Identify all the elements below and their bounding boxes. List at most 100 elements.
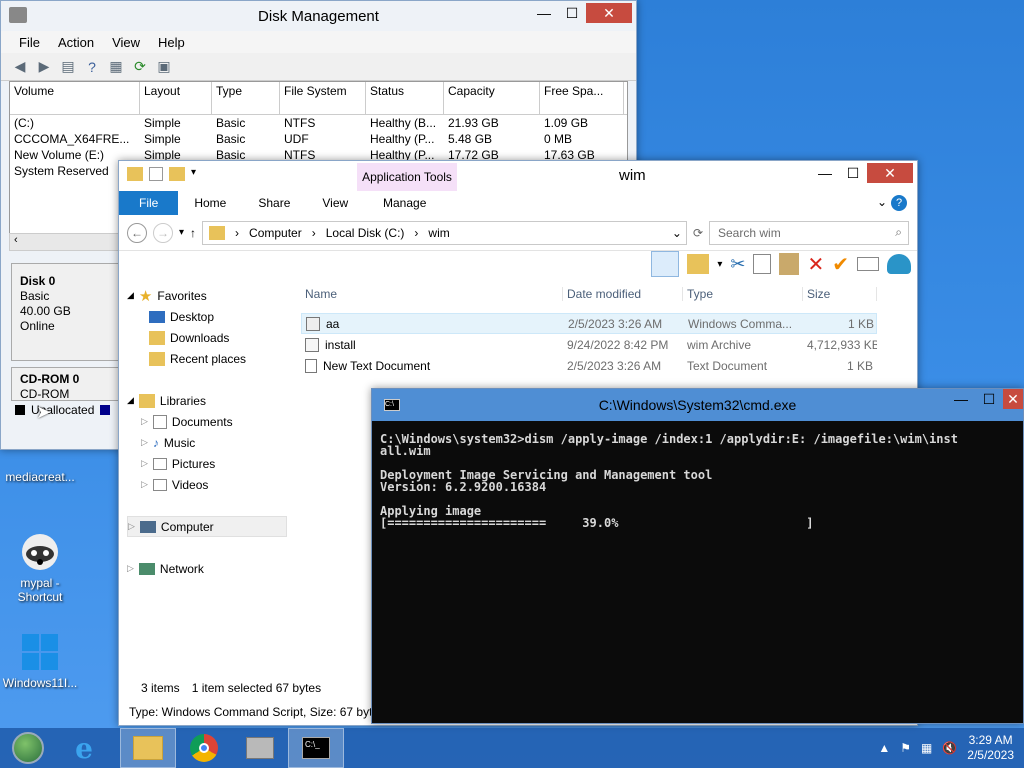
expand-arrow-icon[interactable]: ▷ xyxy=(141,479,148,490)
checkmark-icon[interactable]: ✔ xyxy=(832,252,849,277)
table-row[interactable]: CCCOMA_X64FRE... Simple Basic UDF Healthy (P… xyxy=(10,131,627,147)
shell-icon[interactable] xyxy=(887,254,911,274)
col-volume[interactable]: Volume xyxy=(10,82,140,115)
forward-button[interactable]: → xyxy=(153,222,173,243)
list-item[interactable]: aa 2/5/2023 3:26 AM Windows Comma... 1 K… xyxy=(301,313,877,334)
nav-desktop[interactable]: Desktop xyxy=(127,306,287,327)
menu-help[interactable]: Help xyxy=(158,35,185,50)
expand-arrow-icon[interactable]: ▷ xyxy=(128,521,135,532)
taskbar-cmd[interactable]: C:\_ xyxy=(288,728,344,768)
start-button[interactable] xyxy=(0,728,56,768)
preview-pane-icon[interactable] xyxy=(651,251,680,277)
expand-arrow-icon[interactable]: ◢ xyxy=(127,290,134,301)
nav-recent-places[interactable]: Recent places xyxy=(127,348,287,369)
close-button[interactable]: ✕ xyxy=(867,163,913,183)
maximize-button[interactable]: ☐ xyxy=(975,389,1003,409)
rename-icon[interactable] xyxy=(857,257,879,271)
expand-arrow-icon[interactable]: ◢ xyxy=(127,395,134,406)
recent-locations-chevron-icon[interactable]: ▾ xyxy=(179,227,184,238)
col-layout[interactable]: Layout xyxy=(140,82,212,115)
show-hide-console-icon[interactable]: ▤ xyxy=(59,58,77,76)
taskbar-internet-explorer[interactable]: e xyxy=(56,728,112,768)
col-name[interactable]: Name xyxy=(301,287,563,301)
title-bar[interactable]: ▾ Application Tools wim — ☐ ✕ xyxy=(119,161,917,191)
taskbar-disk-management[interactable] xyxy=(232,728,288,768)
nav-libraries[interactable]: ◢ Libraries xyxy=(127,390,287,411)
copy-icon[interactable] xyxy=(753,254,772,274)
delete-icon[interactable]: ✕ xyxy=(807,252,824,277)
expand-arrow-icon[interactable]: ▷ xyxy=(127,563,134,574)
col-type[interactable]: Type xyxy=(683,287,803,301)
expand-arrow-icon[interactable]: ▷ xyxy=(141,416,148,427)
col-free-space[interactable]: Free Spa... xyxy=(540,82,624,115)
col-date-modified[interactable]: Date modified xyxy=(563,287,683,301)
nav-favorites[interactable]: ◢ ★ Favorites xyxy=(127,285,287,306)
address-bar[interactable]: › Computer › Local Disk (C:) › wim ⌄ xyxy=(202,220,687,245)
breadcrumb-computer[interactable]: Computer xyxy=(249,226,302,240)
nav-downloads[interactable]: Downloads xyxy=(127,327,287,348)
col-percent-free[interactable]: % F xyxy=(624,82,627,115)
refresh-icon[interactable]: ⟳ xyxy=(131,58,149,76)
cdrom-0-panel[interactable]: CD-ROM 0 CD-ROM xyxy=(11,367,119,401)
chevron-down-icon[interactable]: ▾ xyxy=(191,167,196,181)
properties-icon[interactable]: ▦ xyxy=(107,58,125,76)
back-arrow-icon[interactable]: ◀ xyxy=(11,58,29,76)
minimize-button[interactable]: — xyxy=(811,163,839,183)
horizontal-scrollbar[interactable]: ‹ xyxy=(9,233,119,251)
nav-pictures[interactable]: ▷ Pictures xyxy=(127,453,287,474)
new-folder-icon[interactable] xyxy=(169,167,185,181)
minimize-button[interactable]: — xyxy=(947,389,975,409)
properties-icon[interactable] xyxy=(149,167,163,181)
clock[interactable]: 3:29 AM 2/5/2023 xyxy=(967,733,1014,763)
up-arrow-icon[interactable]: ↑ xyxy=(190,226,196,240)
title-bar[interactable]: C:\ C:\Windows\System32\cmd.exe — ☐ ✕ xyxy=(372,389,1023,421)
action-center-flag-icon[interactable]: ⚑ xyxy=(900,741,911,755)
tab-manage[interactable]: Manage xyxy=(367,191,442,215)
help-icon[interactable]: ? xyxy=(891,195,907,211)
cut-icon[interactable]: ✂ xyxy=(730,254,745,275)
back-button[interactable]: ← xyxy=(127,222,147,243)
expand-arrow-icon[interactable]: ▷ xyxy=(141,437,148,448)
title-bar[interactable]: Disk Management — ☐ ✕ xyxy=(1,1,636,31)
tab-view[interactable]: View xyxy=(306,191,364,215)
maximize-button[interactable]: ☐ xyxy=(558,3,586,23)
menu-action[interactable]: Action xyxy=(58,35,94,50)
nav-videos[interactable]: ▷ Videos xyxy=(127,474,287,495)
folder-icon[interactable] xyxy=(127,167,143,181)
tab-share[interactable]: Share xyxy=(242,191,306,215)
menu-view[interactable]: View xyxy=(112,35,140,50)
col-size[interactable]: Size xyxy=(803,287,877,301)
minimize-button[interactable]: — xyxy=(530,3,558,23)
desktop-icon-mediacreationtool[interactable]: mediacreat... xyxy=(0,446,80,484)
disk-0-panel[interactable]: Disk 0 Basic 40.00 GB Online xyxy=(11,263,119,361)
expand-arrow-icon[interactable]: ▷ xyxy=(141,458,148,469)
refresh-icon[interactable]: ⟳ xyxy=(693,226,703,240)
rescan-disks-icon[interactable]: ▣ xyxy=(155,58,173,76)
close-button[interactable]: ✕ xyxy=(586,3,632,23)
chevron-down-icon[interactable]: ▾ xyxy=(717,259,722,270)
paste-icon[interactable] xyxy=(779,253,800,275)
tab-home[interactable]: Home xyxy=(178,191,242,215)
nav-network[interactable]: ▷ Network xyxy=(127,558,287,579)
desktop-icon-mypal-shortcut[interactable]: mypal - Shortcut xyxy=(0,530,80,604)
breadcrumb-wim[interactable]: wim xyxy=(428,226,449,240)
nav-music[interactable]: ▷ ♪ Music xyxy=(127,432,287,453)
desktop-icon-windows11iso[interactable]: Windows11I... xyxy=(0,630,80,690)
console-output[interactable]: C:\Windows\system32>dism /apply-image /i… xyxy=(380,433,1015,529)
close-button[interactable]: ✕ xyxy=(1003,389,1023,409)
menu-file[interactable]: File xyxy=(19,35,40,50)
help-icon[interactable]: ? xyxy=(83,58,101,76)
volume-muted-icon[interactable]: 🔇 xyxy=(942,741,957,755)
tab-file[interactable]: File xyxy=(119,191,179,215)
breadcrumb-local-disk[interactable]: Local Disk (C:) xyxy=(326,226,405,240)
table-row[interactable]: (C:) Simple Basic NTFS Healthy (B... 21.93 GB… xyxy=(10,115,627,131)
col-type[interactable]: Type xyxy=(212,82,280,115)
col-filesystem[interactable]: File System xyxy=(280,82,366,115)
col-status[interactable]: Status xyxy=(366,82,444,115)
taskbar-file-explorer[interactable] xyxy=(120,728,176,768)
properties-folder-icon[interactable] xyxy=(687,254,710,274)
network-icon[interactable]: ▦ xyxy=(921,741,932,755)
expand-ribbon-chevron-icon[interactable]: ⌄ xyxy=(877,195,887,209)
col-capacity[interactable]: Capacity xyxy=(444,82,540,115)
nav-computer[interactable]: ▷ Computer xyxy=(127,516,287,537)
